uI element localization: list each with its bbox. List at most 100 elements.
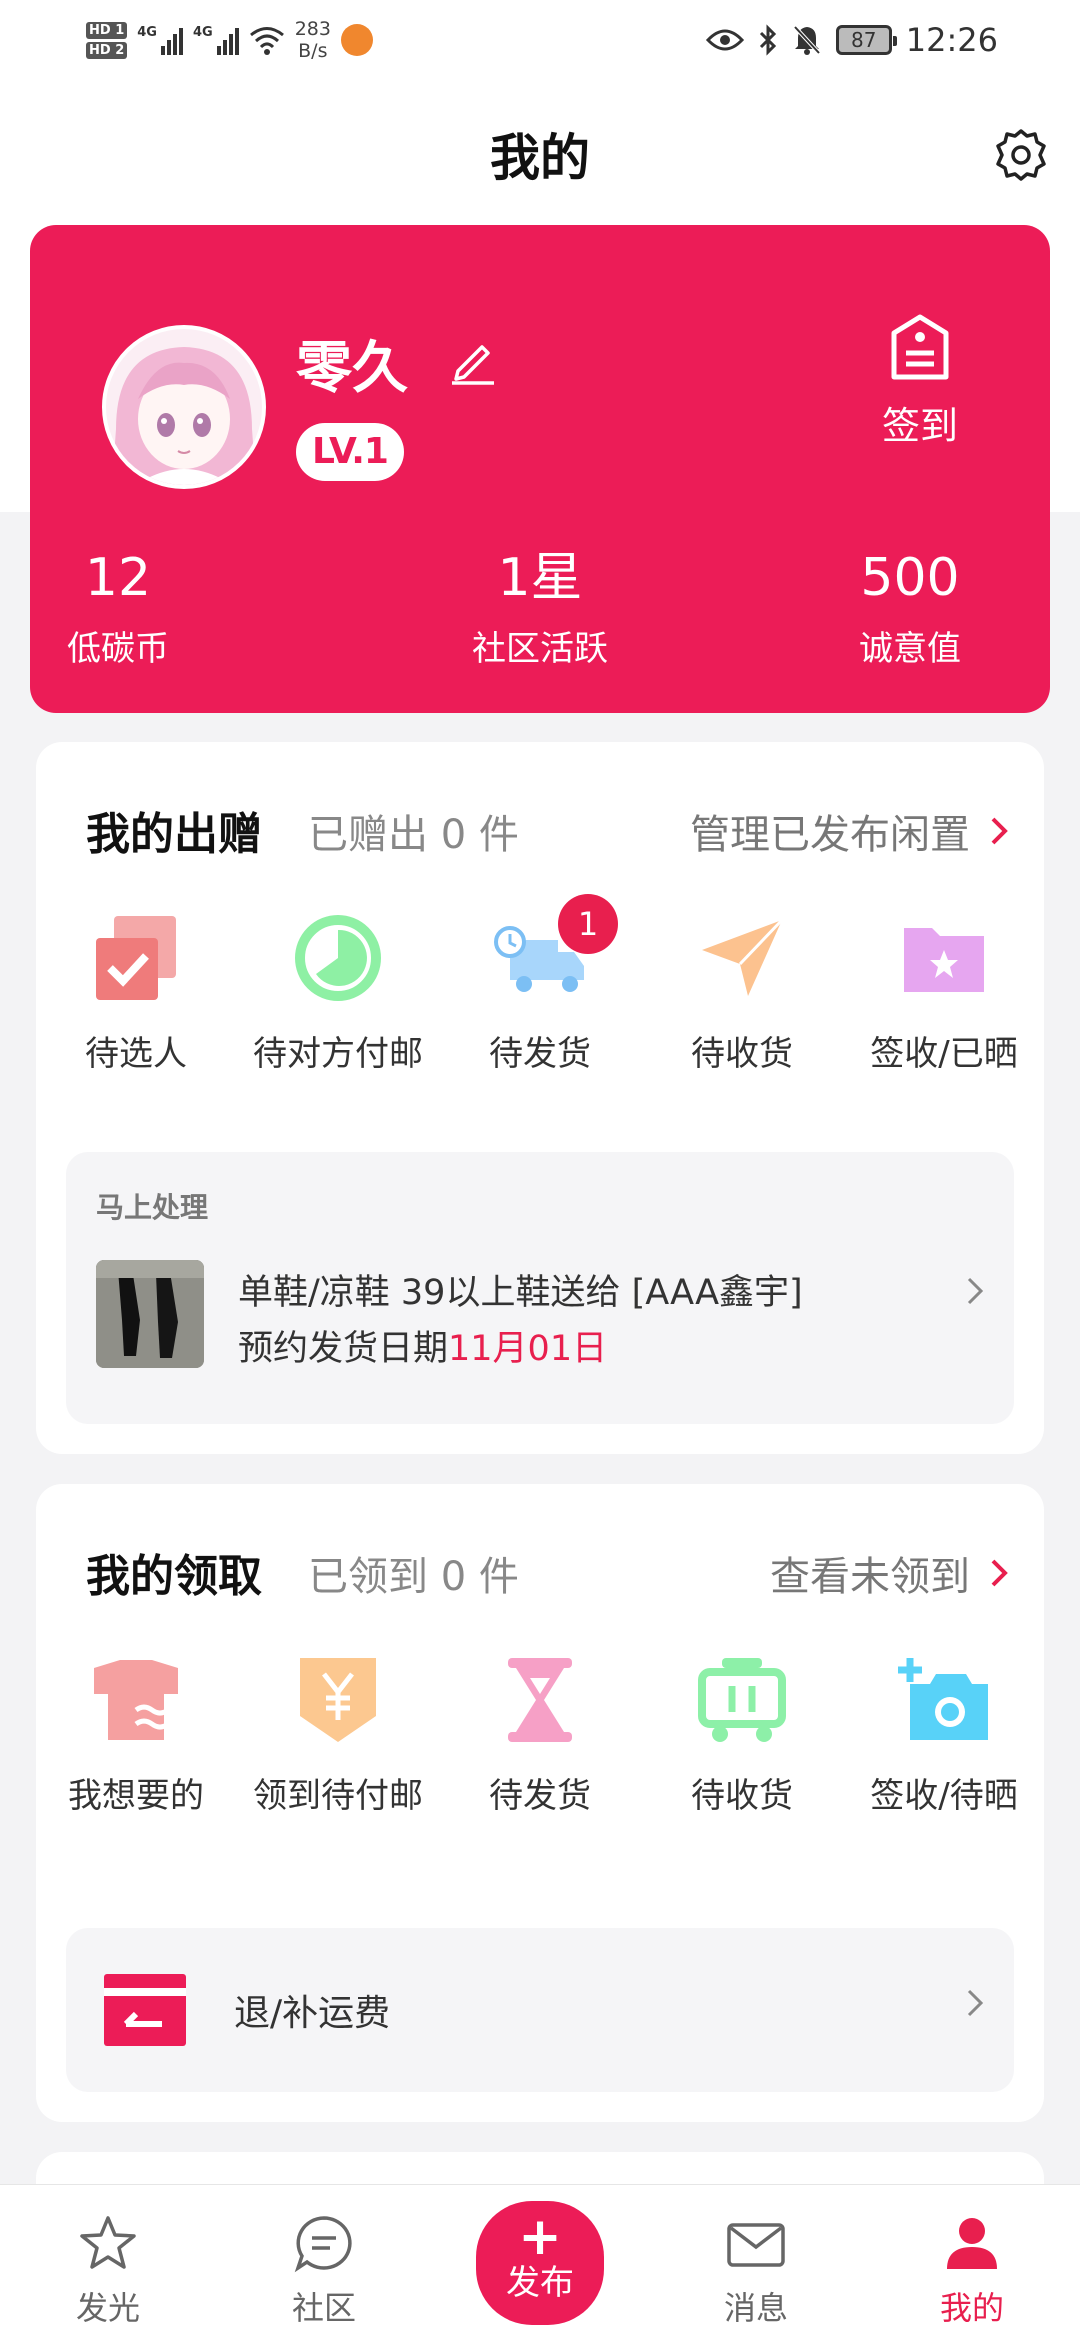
stat-label: 低碳币 [67,629,169,669]
network-type-1: 4G [137,25,157,40]
avatar[interactable] [102,325,266,489]
app-notification-icon [340,24,373,56]
battery-icon: 87 [835,25,897,55]
stat-value: 500 [860,548,960,608]
cart-icon [698,1658,786,1742]
status-label: 待发货 [489,1776,591,1816]
shirt-icon [94,1660,178,1740]
shoes-image [96,1260,204,1368]
status-bar: HD 1 HD 2 4G 4G 283 B/s 87 12:26 [0,0,1080,80]
receiving-title: 我的领取 [86,1551,262,1602]
hd2-indicator: HD 2 [86,41,128,59]
chat-bubble-icon [294,2216,352,2273]
stat-label: 社区活跃 [472,629,608,669]
stat-low-carbon-coins[interactable]: 12 低碳币 [0,543,238,670]
item-thumbnail [96,1260,204,1368]
nav-label: 我的 [939,2289,1004,2327]
receiving-card: 我的领取 已领到 0 件 查看未领到 我想要的 领到待付邮 待发货 待收货 签收… [36,1484,1044,2122]
giving-summary: 已赠出 0 件 [308,812,519,858]
giving-signed-shown[interactable]: 签收/已晒 [844,912,1044,1075]
receiving-wanted[interactable]: 我想要的 [36,1654,236,1817]
nav-item-messages[interactable]: 消息 [686,2213,826,2329]
chevron-right-icon [967,1277,984,1305]
status-label: 签收/待晒 [870,1776,1018,1816]
edit-pencil-icon[interactable] [448,335,498,385]
giving-title: 我的出赠 [86,809,262,860]
chevron-right-icon [991,817,1008,845]
checked-square-icon [96,916,176,1000]
publish-button[interactable]: + 发布 [476,2201,604,2325]
hourglass-icon [508,1658,572,1742]
publish-label: 发布 [506,2263,574,2303]
checkin-icon [891,314,949,380]
stat-sincerity-value[interactable]: 500 诚意值 [790,543,1030,670]
giving-awaiting-postage[interactable]: 待对方付邮 [238,912,438,1075]
star-icon [80,2216,136,2269]
nav-item-community[interactable]: 社区 [254,2213,394,2329]
profile-card: 零久 LV.1 签到 12 低碳币 1星 社区活跃 500 诚意值 [30,225,1050,713]
receiving-pending-receipt[interactable]: 待收货 [642,1654,842,1817]
status-label: 待收货 [691,1776,793,1816]
page-title: 我的 [490,129,590,187]
checkin-label: 签到 [881,404,958,448]
view-unreceived-link[interactable]: 查看未领到 [770,1544,1008,1602]
receiving-awaiting-postage[interactable]: 领到待付邮 [238,1654,438,1817]
status-label: 待发货 [489,1034,591,1074]
pending-action-panel[interactable]: 马上处理 单鞋/凉鞋 39以上鞋送给 [AAA鑫宇] 预约发货日期11月01日 [66,1152,1014,1424]
yen-tag-icon [300,1658,376,1742]
status-label: 签收/已晒 [870,1034,1018,1074]
stat-value: 1星 [497,548,583,608]
checkin-button[interactable]: 签到 [850,313,990,450]
camera-plus-icon [898,1658,988,1740]
bluetooth-icon [759,24,776,56]
wifi-icon [249,27,284,55]
giving-card: 我的出赠 已赠出 0 件 管理已发布闲置 待选人 待对方付邮 1 待发货 待收货… [36,742,1044,1454]
pending-heading: 马上处理 [96,1191,209,1224]
hd1-indicator: HD 1 [86,21,128,39]
person-icon [947,2218,997,2269]
status-bar-left: HD 1 HD 2 4G 4G 283 B/s [86,12,373,68]
stat-value: 12 [84,548,152,608]
paper-plane-icon [702,918,784,996]
signal-icon-1: 4G [137,25,183,55]
refund-shipping-row[interactable]: 退/补运费 [66,1928,1014,2092]
settings-gear-icon[interactable] [994,128,1048,182]
nav-label: 消息 [723,2289,788,2327]
plus-icon: + [518,2207,562,2267]
stat-community-activity[interactable]: 1星 社区活跃 [420,543,660,670]
ship-date-prefix: 预约发货日期 [238,1329,449,1369]
manage-published-link[interactable]: 管理已发布闲置 [690,802,1008,860]
speed-value: 283 [294,18,331,40]
receiving-pending-shipment[interactable]: 待发货 [440,1654,640,1817]
speed-unit: B/s [298,40,328,62]
mute-bell-icon [793,25,821,55]
status-label: 待对方付邮 [253,1034,423,1074]
bottom-navigation: 发光 社区 + 发布 消息 我的 [0,2184,1080,2340]
ship-date-value: 11月01日 [448,1329,608,1369]
pending-ship-date: 预约发货日期11月01日 [238,1320,607,1371]
username: 零久 [296,336,408,401]
status-label: 待收货 [691,1034,793,1074]
giving-pending-receipt[interactable]: 待收货 [642,912,842,1075]
signal-icon-2: 4G [193,25,239,55]
receiving-signed-to-share[interactable]: 签收/待晒 [844,1654,1044,1817]
status-label: 待选人 [85,1034,187,1074]
chevron-right-icon [991,1559,1008,1587]
nav-label: 发光 [75,2289,140,2327]
level-badge: LV.1 [296,423,404,481]
refund-label: 退/补运费 [234,1993,391,2034]
clock-circle-icon [295,915,381,1001]
status-time: 12:26 [905,21,998,59]
hd-indicators: HD 1 HD 2 [86,21,128,59]
nav-item-mine[interactable]: 我的 [902,2213,1042,2329]
pending-item-title: 单鞋/凉鞋 39以上鞋送给 [AAA鑫宇] [238,1273,803,1313]
chevron-right-icon [967,1989,984,2017]
envelope-icon [727,2223,785,2267]
status-bar-right: 87 12:26 [705,12,998,68]
eye-icon [705,29,744,51]
nav-item-glow[interactable]: 发光 [38,2213,178,2329]
status-label: 领到待付邮 [253,1776,423,1816]
giving-pending-shipment[interactable]: 1 待发货 [440,894,640,1075]
refund-card-icon [104,1974,186,2046]
giving-pending-selection[interactable]: 待选人 [36,912,236,1075]
